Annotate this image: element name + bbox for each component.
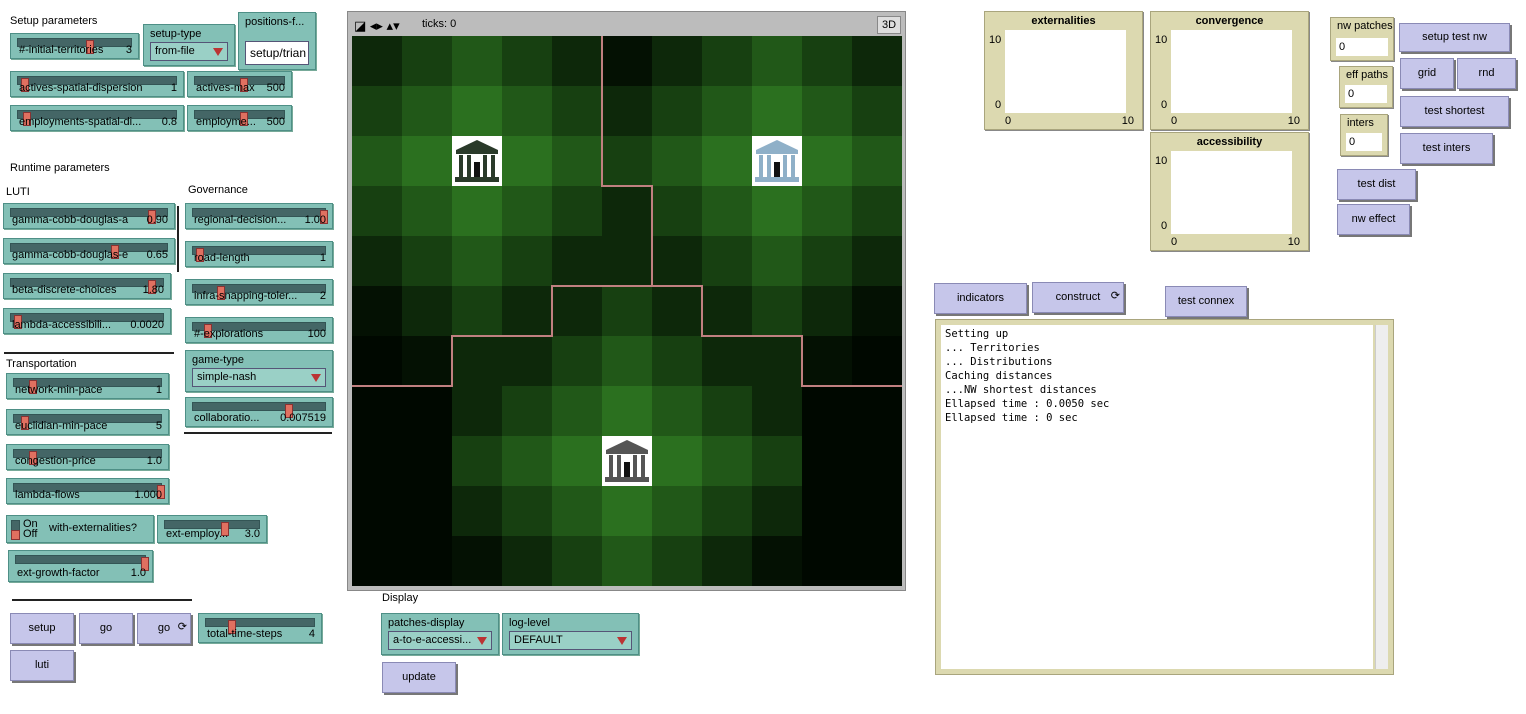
output-line: ... Distributions	[945, 356, 1053, 368]
accessibility-plot: accessibility 10 0 0 10	[1150, 132, 1309, 251]
luti-heading: LUTI	[6, 186, 30, 198]
construct-button[interactable]: construct ⟳	[1032, 282, 1124, 313]
log-level-chooser[interactable]: log-level DEFAULT	[502, 613, 639, 655]
transportation-heading: Transportation	[6, 358, 77, 370]
plot-area	[1171, 151, 1292, 234]
divider	[12, 599, 192, 601]
externalities-plot: externalities 10 0 0 10	[984, 11, 1143, 130]
setup-type-chooser[interactable]: setup-type from-file	[143, 24, 235, 66]
setup-parameters-heading: Setup parameters	[10, 15, 98, 27]
city-hall-icon	[602, 436, 652, 486]
update-button[interactable]: update	[382, 662, 456, 693]
plot-area	[1171, 30, 1292, 113]
output-line: ...NW shortest distances	[945, 384, 1097, 396]
with-externalities-switch[interactable]: On Off with-externalities?	[6, 515, 154, 543]
network-min-pace-slider[interactable]: network-min-pace 1	[6, 373, 169, 399]
gamma-cobb-douglas-e-slider[interactable]: gamma-cobb-douglas-e 0.65	[3, 238, 175, 264]
congestion-price-slider[interactable]: congestion-price 1.0	[6, 444, 169, 470]
lambda-accessibility-slider[interactable]: lambda-accessibili... 0.0020	[3, 308, 171, 334]
setup-test-nw-button[interactable]: setup test nw	[1399, 23, 1510, 52]
rnd-button[interactable]: rnd	[1457, 58, 1516, 89]
game-type-chooser[interactable]: game-type simple-nash	[185, 350, 333, 392]
view-shape-icons[interactable]: ◪ ◂▸ ▴▾	[354, 18, 400, 34]
test-inters-button[interactable]: test inters	[1400, 133, 1493, 164]
city-hall-icon	[452, 136, 502, 186]
gamma-cobb-douglas-a-slider[interactable]: gamma-cobb-douglas-a 0.90	[3, 203, 175, 229]
3d-view-button[interactable]: 3D	[877, 16, 901, 34]
grid-button[interactable]: grid	[1400, 58, 1454, 89]
euclidian-min-pace-slider[interactable]: euclidian-min-pace 5	[6, 409, 169, 435]
employments-max-slider[interactable]: employme... 500	[187, 105, 292, 131]
divider	[4, 352, 174, 354]
convergence-plot: convergence 10 0 0 10	[1150, 11, 1309, 130]
display-heading: Display	[382, 592, 419, 604]
boundary-line	[352, 36, 653, 387]
city-hall-icon	[752, 136, 802, 186]
inters-monitor: inters 0	[1340, 114, 1388, 156]
output-line: Ellapsed time : 0 sec	[945, 412, 1078, 424]
go-button[interactable]: go	[79, 613, 133, 644]
ext-growth-factor-slider[interactable]: ext-growth-factor 1.0	[8, 550, 153, 582]
initial-territories-slider[interactable]: #-initial-territories 3	[10, 33, 139, 59]
plot-area	[1005, 30, 1126, 113]
actives-spatial-dispersion-slider[interactable]: actives-spatial-dispersion 1	[10, 71, 184, 97]
lambda-flows-slider[interactable]: lambda-flows 1.000	[6, 478, 169, 504]
output-scrollbar[interactable]	[1375, 325, 1388, 669]
test-connex-button[interactable]: test connex	[1165, 286, 1247, 317]
collaboration-slider[interactable]: collaboratio... 0.007519	[185, 397, 333, 427]
nw-patches-monitor: nw patches 0	[1330, 17, 1394, 61]
nw-effect-button[interactable]: nw effect	[1337, 204, 1410, 235]
output-text: Setting up ... Territories ... Distribut…	[941, 325, 1373, 669]
test-dist-button[interactable]: test dist	[1337, 169, 1416, 200]
divider	[184, 432, 332, 434]
employments-spatial-dispersion-slider[interactable]: employments-spatial-di... 0.8	[10, 105, 184, 131]
explorations-slider[interactable]: #-explorations 100	[185, 317, 333, 343]
output-area: Setting up ... Territories ... Distribut…	[935, 319, 1394, 675]
dropdown-arrow-icon	[311, 374, 321, 382]
actives-max-slider[interactable]: actives-max 500	[187, 71, 292, 97]
output-line: Ellapsed time : 0.0050 sec	[945, 398, 1110, 410]
forever-icon: ⟳	[1110, 290, 1120, 302]
road-length-slider[interactable]: road-length 1	[185, 241, 333, 267]
setup-button[interactable]: setup	[10, 613, 74, 644]
governance-heading: Governance	[188, 184, 248, 196]
patches-display-chooser[interactable]: patches-display a-to-e-accessi...	[381, 613, 499, 655]
luti-button[interactable]: luti	[10, 650, 74, 681]
infra-snapping-tolerance-slider[interactable]: infra-snapping-toler... 2	[185, 279, 333, 305]
world-view[interactable]	[352, 36, 902, 586]
switch-thumb[interactable]	[11, 530, 20, 540]
eff-paths-monitor: eff paths 0	[1339, 66, 1393, 108]
regional-decision-slider[interactable]: regional-decision... 1.00	[185, 203, 333, 229]
go-forever-button[interactable]: go ⟳	[137, 613, 191, 644]
positions-file-field[interactable]: setup/trian	[245, 41, 309, 65]
territory-boundaries	[352, 36, 902, 387]
beta-discrete-choices-slider[interactable]: beta-discrete-choices 1.80	[3, 273, 171, 299]
boundary-line	[652, 285, 902, 387]
output-line: Setting up	[945, 328, 1009, 340]
ticks-counter: ticks: 0	[422, 18, 457, 30]
runtime-parameters-heading: Runtime parameters	[10, 162, 110, 174]
output-line: ... Territories	[945, 342, 1040, 354]
total-time-steps-slider[interactable]: total-time-steps 4	[198, 613, 322, 643]
indicators-button[interactable]: indicators	[934, 283, 1027, 314]
dropdown-arrow-icon	[213, 48, 223, 56]
dropdown-arrow-icon	[477, 637, 487, 645]
ext-employ-slider[interactable]: ext-employ... 3.0	[157, 515, 267, 543]
forever-icon: ⟳	[177, 621, 187, 633]
positions-file-input[interactable]: positions-f... setup/trian	[238, 12, 316, 70]
output-line: Caching distances	[945, 370, 1053, 382]
divider	[177, 206, 179, 272]
test-shortest-button[interactable]: test shortest	[1400, 96, 1509, 127]
dropdown-arrow-icon	[617, 637, 627, 645]
